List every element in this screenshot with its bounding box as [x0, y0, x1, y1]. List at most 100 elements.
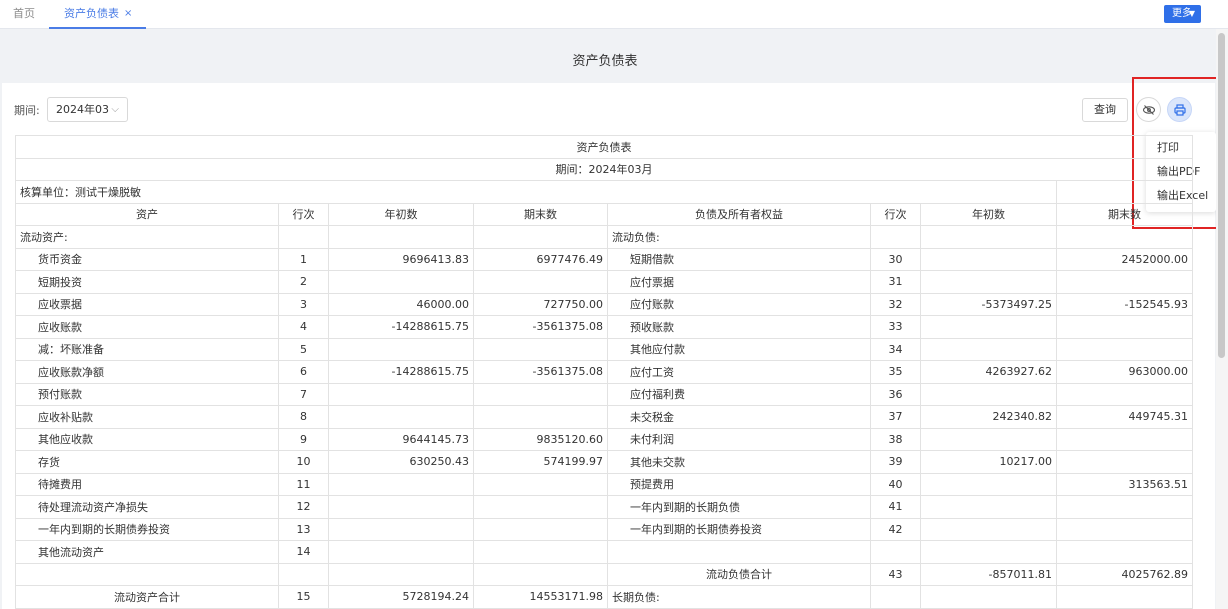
chevron-down-icon: ▼	[1188, 9, 1195, 18]
table-row: 应收补贴款 8 未交税金 37 242340.82 449745.31	[15, 405, 1193, 429]
close-icon[interactable]: ×	[124, 0, 132, 28]
table-row: 应收账款 4 -14288615.75 -3561375.08 预收账款 33	[15, 315, 1193, 339]
table-cell	[473, 270, 608, 294]
table-cell: 待摊费用	[15, 472, 279, 496]
table-cell: 未交税金	[607, 405, 871, 429]
table-cell	[328, 337, 474, 361]
table-cell: -14288615.75	[328, 360, 474, 384]
period-select[interactable]: 2024年03 ⌵	[47, 97, 128, 122]
table-cell: 39	[870, 450, 921, 474]
table-cell: 货币资金	[15, 247, 279, 271]
table-cell: -3561375.08	[473, 315, 608, 339]
table-cell	[328, 562, 474, 586]
table-cell: 应付票据	[607, 270, 871, 294]
table-cell: 应付工资	[607, 360, 871, 384]
table-cell	[870, 585, 921, 609]
table-cell	[473, 472, 608, 496]
table-cell: 待处理流动资产净损失	[15, 495, 279, 519]
table-cell	[328, 472, 474, 496]
table-cell	[920, 270, 1057, 294]
table-cell: 5	[278, 337, 329, 361]
table-cell	[1056, 450, 1193, 474]
chevron-down-icon: ⌵	[111, 104, 119, 115]
table-cell: 一年内到期的长期债券投资	[607, 517, 871, 541]
scrollbar-thumb[interactable]	[1218, 33, 1225, 358]
query-button[interactable]: 查询	[1082, 98, 1128, 122]
column-header: 行次	[278, 202, 329, 226]
table-cell: 预付账款	[15, 382, 279, 406]
report-period-row: 期间：2024年03月	[15, 157, 1193, 181]
table-cell: 一年内到期的长期负债	[607, 495, 871, 519]
table-cell: 41	[870, 495, 921, 519]
table-row: 待处理流动资产净损失 12 一年内到期的长期负债 41	[15, 495, 1193, 519]
table-cell	[473, 337, 608, 361]
table-cell	[1056, 540, 1193, 564]
report-unit: 核算单位：测试干燥脱敏	[15, 180, 1057, 204]
table-cell	[473, 540, 608, 564]
table-cell: 流动资产:	[15, 225, 279, 249]
tab-label: 资产负债表	[64, 7, 119, 20]
table-cell: 预收账款	[607, 315, 871, 339]
table-cell: 2452000.00	[1056, 247, 1193, 271]
vertical-scrollbar[interactable]	[1216, 29, 1228, 609]
table-cell: 其他应付款	[607, 337, 871, 361]
more-button[interactable]: 更多 ▼	[1164, 5, 1201, 23]
table-cell	[1056, 495, 1193, 519]
table-cell	[328, 270, 474, 294]
table-cell	[473, 562, 608, 586]
table-cell: 4	[278, 315, 329, 339]
table-cell: 11	[278, 472, 329, 496]
table-row: 其他流动资产 14	[15, 540, 1193, 564]
table-cell: 963000.00	[1056, 360, 1193, 384]
table-cell	[920, 540, 1057, 564]
table-cell: 流动负债:	[607, 225, 871, 249]
table-cell: 449745.31	[1056, 405, 1193, 429]
table-cell: 33	[870, 315, 921, 339]
table-cell: 流动资产合计	[15, 585, 279, 609]
table-cell	[920, 337, 1057, 361]
table-cell: 727750.00	[473, 292, 608, 316]
table-cell	[920, 427, 1057, 451]
table-cell: 9	[278, 427, 329, 451]
table-cell	[607, 540, 871, 564]
report-unit-blank	[1056, 180, 1193, 204]
table-cell	[328, 405, 474, 429]
report-title: 资产负债表	[15, 135, 1193, 159]
table-cell: 37	[870, 405, 921, 429]
table-cell	[920, 472, 1057, 496]
tab-home[interactable]: 首页	[13, 0, 35, 29]
table-row: 流动资产: 流动负债:	[15, 225, 1193, 249]
page-title: 资产负债表	[572, 54, 638, 69]
report-unit-row: 核算单位：测试干燥脱敏	[15, 180, 1193, 204]
table-cell: 应收票据	[15, 292, 279, 316]
table-cell	[473, 405, 608, 429]
table-cell: -857011.81	[920, 562, 1057, 586]
table-cell: 应付账款	[607, 292, 871, 316]
table-row: 应收票据 3 46000.00 727750.00 应付账款 32 -5373497.25-…	[15, 292, 1193, 316]
table-cell: 43	[870, 562, 921, 586]
table-cell: 减：坏账准备	[15, 337, 279, 361]
table-cell: 9835120.60	[473, 427, 608, 451]
table-cell: 一年内到期的长期债券投资	[15, 517, 279, 541]
table-cell: 流动负债合计	[607, 562, 871, 586]
table-cell: 其他流动资产	[15, 540, 279, 564]
table-cell: 应收补贴款	[15, 405, 279, 429]
table-cell	[1056, 517, 1193, 541]
table-row: 其他应收款 9 9644145.73 9835120.60 未付利润 38	[15, 427, 1193, 451]
table-cell	[473, 225, 608, 249]
table-cell: 42	[870, 517, 921, 541]
table-cell: 4263927.62	[920, 360, 1057, 384]
table-cell: 13	[278, 517, 329, 541]
table-cell	[920, 382, 1057, 406]
tab-balance-sheet[interactable]: 资产负债表 ×	[49, 0, 146, 29]
table-cell	[1056, 315, 1193, 339]
table-cell: 14	[278, 540, 329, 564]
table-cell	[278, 562, 329, 586]
table-cell: 6977476.49	[473, 247, 608, 271]
table-cell: 40	[870, 472, 921, 496]
table-row: 流动负债合计 43 -857011.81 4025762.89	[15, 562, 1193, 586]
table-cell: 574199.97	[473, 450, 608, 474]
table-cell: 预提费用	[607, 472, 871, 496]
table-cell	[870, 540, 921, 564]
table-cell: -3561375.08	[473, 360, 608, 384]
